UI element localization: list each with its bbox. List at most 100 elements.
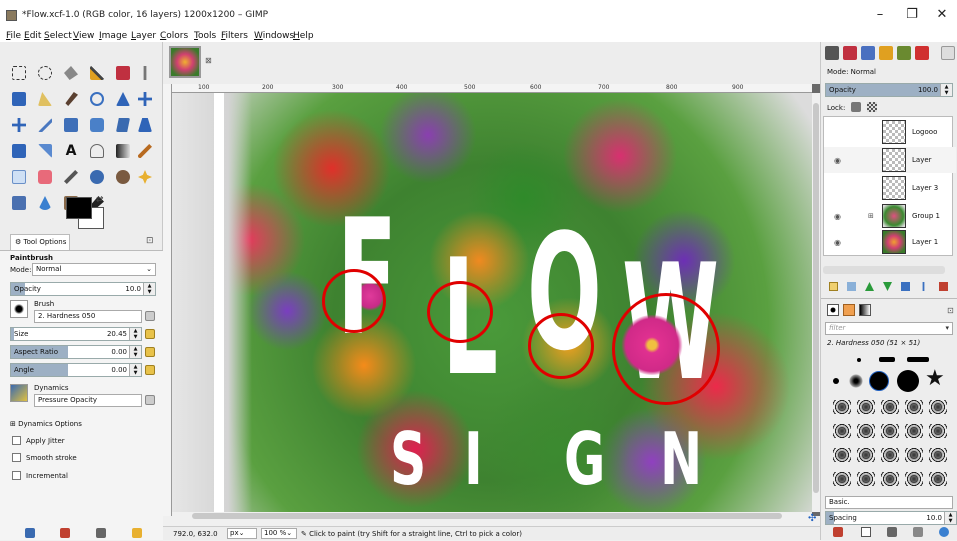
rect-select-icon[interactable] xyxy=(12,66,26,80)
spacing-spinner[interactable]: ▲ ▼ xyxy=(944,512,956,524)
refresh-brushes-icon[interactable] xyxy=(939,527,949,537)
color-picker-icon[interactable] xyxy=(65,92,78,106)
horizontal-ruler[interactable]: 100 200 300 400 500 600 700 800 900 xyxy=(172,84,812,93)
aspect-spinner[interactable]: ▲ ▼ xyxy=(129,346,141,358)
select-by-color-icon[interactable] xyxy=(116,66,130,80)
brushes-menu-icon[interactable]: ⊡ xyxy=(947,306,954,315)
spacing-slider[interactable]: Spacing 10.0 ▲ ▼ xyxy=(825,511,957,525)
mode-dropdown[interactable]: Normal ⌄ xyxy=(32,263,156,276)
layer-row[interactable]: ◉ Layer xyxy=(824,147,956,173)
unit-dropdown[interactable]: px⌄ xyxy=(227,528,257,539)
raise-layer-icon[interactable] xyxy=(865,282,874,291)
aspect-ratio-slider[interactable]: Aspect Ratio 0.00 ▲ ▼ xyxy=(10,345,142,359)
eye-icon[interactable]: ◉ xyxy=(834,212,841,221)
reset-options-icon[interactable] xyxy=(132,528,142,538)
delete-layer-icon[interactable] xyxy=(939,282,948,291)
perspective-clone-icon[interactable] xyxy=(12,196,26,210)
close-tab-icon[interactable]: ⊠ xyxy=(205,56,212,65)
lower-layer-icon[interactable] xyxy=(883,282,892,291)
apply-jitter-checkbox[interactable] xyxy=(12,436,21,445)
blend-icon[interactable] xyxy=(116,144,130,158)
menu-image[interactable]: Image xyxy=(99,30,127,42)
opacity-slider[interactable]: Opacity 10.0 ▲ ▼ xyxy=(10,282,156,296)
star-brush-icon[interactable]: ★ xyxy=(925,368,945,390)
airbrush-icon[interactable] xyxy=(64,170,78,184)
blur-icon[interactable] xyxy=(38,196,52,210)
layer-row[interactable]: Layer 3 xyxy=(824,175,956,201)
new-group-icon[interactable] xyxy=(847,282,856,291)
menu-help[interactable]: Help xyxy=(293,30,314,42)
tab-tool-options[interactable]: ⚙ Tool Options xyxy=(10,234,70,250)
layer-opacity-slider[interactable]: Opacity 100.0 ▲ ▼ xyxy=(825,83,953,97)
opacity-spinner[interactable]: ▲ ▼ xyxy=(143,283,155,295)
layers-scrollbar[interactable] xyxy=(823,266,945,274)
menu-select[interactable]: Select xyxy=(44,30,72,42)
fuzzy-select-icon[interactable] xyxy=(90,66,104,80)
maximize-button[interactable]: ❐ xyxy=(898,6,926,24)
brush-field[interactable]: 2. Hardness 050 xyxy=(34,310,142,323)
selected-brush[interactable] xyxy=(869,371,889,391)
duplicate-layer-icon[interactable] xyxy=(901,282,910,291)
ink-icon[interactable] xyxy=(90,170,104,184)
brushes-tab-icon[interactable] xyxy=(827,304,839,316)
dynamics-field[interactable]: Pressure Opacity xyxy=(34,394,142,407)
size-spinner[interactable]: ▲ ▼ xyxy=(129,328,141,340)
crop-icon[interactable] xyxy=(38,118,52,132)
swap-colors-icon[interactable]: ⇄ xyxy=(96,195,104,205)
gradients-tab-icon[interactable] xyxy=(859,304,871,316)
foreground-color-swatch[interactable] xyxy=(66,197,92,219)
size-slider[interactable]: Size 20.45 ▲ ▼ xyxy=(10,327,142,341)
angle-spinner[interactable]: ▲ ▼ xyxy=(129,364,141,376)
paths-icon[interactable] xyxy=(38,92,52,106)
layer-row[interactable]: ◉ ⊞ Group 1 xyxy=(824,203,956,229)
lock-pixels-icon[interactable] xyxy=(851,102,861,112)
image-tab-thumbnail[interactable] xyxy=(169,46,201,78)
cage-icon[interactable] xyxy=(38,144,52,158)
shear-icon[interactable] xyxy=(116,118,130,132)
layer-row[interactable]: Logooo xyxy=(824,119,956,145)
bucket-fill-icon[interactable] xyxy=(90,144,104,158)
rotate-icon[interactable] xyxy=(64,118,78,132)
paths-tab-icon[interactable] xyxy=(861,46,875,60)
dynamics-icon[interactable] xyxy=(10,384,28,402)
vertical-scroll-thumb[interactable] xyxy=(813,103,819,493)
lock-alpha-icon[interactable] xyxy=(867,102,877,112)
close-button[interactable]: ✕ xyxy=(928,6,956,24)
menu-filters[interactable]: Filters xyxy=(221,30,248,42)
save-options-icon[interactable] xyxy=(25,528,35,538)
eye-icon[interactable]: ◉ xyxy=(834,156,841,165)
brush-grid[interactable]: ★ xyxy=(827,354,953,494)
dynamics-options-expander[interactable]: ⊞ Dynamics Options xyxy=(10,420,82,428)
restore-options-icon[interactable] xyxy=(60,528,70,538)
edit-brush-icon[interactable] xyxy=(833,527,843,537)
brushes-tab-icon[interactable] xyxy=(897,46,911,60)
smooth-stroke-checkbox[interactable] xyxy=(12,453,21,462)
new-brush-icon[interactable] xyxy=(861,527,871,537)
tab-menu-icon[interactable]: ⊡ xyxy=(146,236,154,246)
edit-dynamics-icon[interactable] xyxy=(145,395,155,405)
measure-icon[interactable] xyxy=(116,92,130,106)
navigate-icon[interactable]: ✣ xyxy=(808,513,816,524)
image-canvas[interactable]: F L O W S I G N xyxy=(172,93,812,512)
text-tool-icon[interactable]: A xyxy=(64,144,78,158)
dock-menu-icon[interactable] xyxy=(941,46,955,60)
move-icon[interactable] xyxy=(138,92,152,106)
menu-edit[interactable]: Edit xyxy=(24,30,41,42)
aspect-reset-icon[interactable] xyxy=(145,347,155,357)
menu-tools[interactable]: Tools xyxy=(194,30,216,42)
layer-row[interactable]: ◉ Layer 1 xyxy=(824,229,956,255)
foreground-select-icon[interactable] xyxy=(12,92,26,106)
menu-view[interactable]: View xyxy=(73,30,94,42)
scale-icon[interactable] xyxy=(90,118,104,132)
pencil-icon[interactable] xyxy=(138,144,152,158)
horizontal-scroll-thumb[interactable] xyxy=(192,513,782,519)
layer-opacity-spinner[interactable]: ▲ ▼ xyxy=(940,84,952,96)
vertical-scrollbar[interactable] xyxy=(812,93,820,512)
anchor-layer-icon[interactable] xyxy=(922,282,925,291)
vertical-ruler[interactable] xyxy=(163,84,172,516)
horizontal-scrollbar[interactable] xyxy=(172,512,812,520)
angle-reset-icon[interactable] xyxy=(145,365,155,375)
scissors-icon[interactable] xyxy=(143,66,147,80)
edit-brush-icon[interactable] xyxy=(145,311,155,321)
flip-icon[interactable] xyxy=(12,144,26,158)
